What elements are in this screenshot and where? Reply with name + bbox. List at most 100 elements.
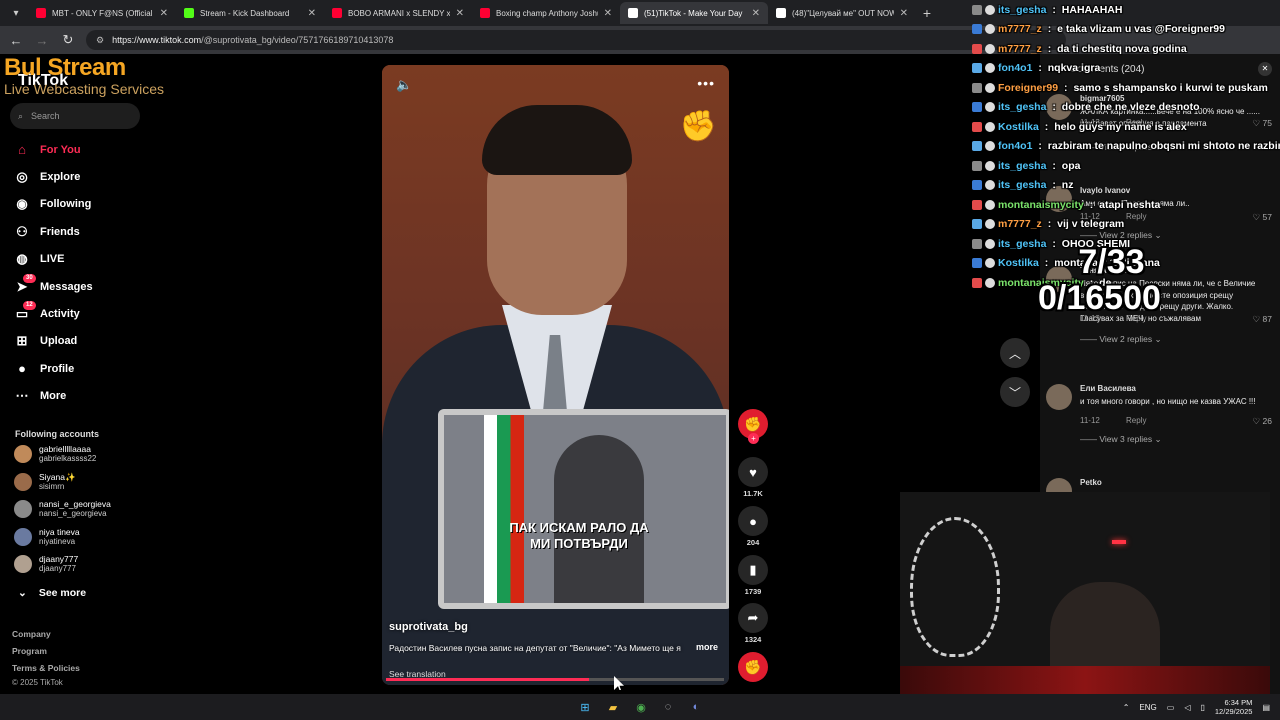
footer-company[interactable]: Company bbox=[12, 629, 51, 639]
footer-program[interactable]: Program bbox=[12, 646, 47, 656]
avatar[interactable] bbox=[1046, 384, 1072, 410]
counter-line-2: 0/16500 bbox=[1038, 279, 1161, 317]
following-account[interactable]: Siyana✨ sisimrn bbox=[14, 472, 154, 492]
back-icon[interactable]: ← bbox=[8, 33, 24, 48]
chat-message: fon4o1 : nqkva igra bbox=[972, 59, 1100, 79]
chat-badge-icon bbox=[972, 160, 982, 171]
see-more-button[interactable]: ⌄ See more bbox=[18, 587, 86, 599]
tab-title: (48)"Целувай ме" OUT NOW # bbox=[792, 8, 894, 18]
search-input[interactable]: ⌕ Search bbox=[10, 103, 140, 129]
browser-tab[interactable]: Boxing champ Anthony Joshua ✕ bbox=[472, 2, 620, 24]
share-count: 1324 bbox=[744, 635, 762, 644]
video-player[interactable]: ПАК ИСКАМ РАЛО ДА МИ ПОТВЪРДИ 🔈 ••• ✊ su… bbox=[382, 65, 729, 685]
chevron-down-icon: ﹀ bbox=[1008, 385, 1021, 400]
browser-tab[interactable]: (51)TikTok - Make Your Day ✕ bbox=[620, 2, 768, 24]
following-account[interactable]: djaany777 djaany777 bbox=[14, 554, 154, 574]
following-account[interactable]: nansi_e_georgieva nansi_e_georgieva bbox=[14, 499, 154, 519]
following-icon: ◉ bbox=[16, 196, 28, 212]
reply-button[interactable]: Reply bbox=[1126, 416, 1146, 425]
reload-icon[interactable]: ↻ bbox=[60, 32, 76, 48]
chat-badge-icon bbox=[985, 238, 995, 249]
share-button[interactable]: ➦ 1324 bbox=[735, 603, 771, 644]
creator-avatar-button[interactable]: ✊ + bbox=[735, 409, 771, 444]
comment-like-button[interactable]: ♡ 26 bbox=[1253, 416, 1272, 427]
bulstream-brand: Bul Stream bbox=[4, 54, 126, 81]
chat-message: montanaismycity : atapi neshta bbox=[972, 195, 1160, 215]
comment-text: и тоя много говори , но нищо не казва УЖ… bbox=[1080, 397, 1256, 406]
close-icon[interactable]: ✕ bbox=[604, 8, 612, 19]
chrome-icon[interactable]: ◉ bbox=[632, 698, 650, 716]
like-button[interactable]: ♥ 11.7K bbox=[735, 457, 771, 498]
volume-tray-icon[interactable]: ◁ bbox=[1184, 703, 1190, 712]
sidebar-item-activity[interactable]: ▭ 12 Activity bbox=[14, 300, 154, 327]
obs-icon[interactable]: ◌ bbox=[659, 698, 677, 716]
sidebar-item-upload[interactable]: ⊞ Upload bbox=[14, 328, 154, 355]
sidebar-item-more[interactable]: ⋯ More bbox=[14, 383, 154, 410]
footer-terms[interactable]: Terms & Policies bbox=[12, 663, 80, 673]
close-icon[interactable]: ✕ bbox=[752, 8, 760, 19]
sidebar-item-live[interactable]: ◍ LIVE bbox=[14, 246, 154, 273]
sound-disc-button[interactable]: ✊ bbox=[735, 652, 771, 682]
tray-chevron-icon[interactable]: ⌃ bbox=[1123, 703, 1130, 712]
url-base: https://www.tiktok.com bbox=[112, 35, 202, 45]
sidebar-item-messages[interactable]: ➤ 30 Messages bbox=[14, 273, 154, 300]
browser-tab[interactable]: BOBO ARMANI x SLENDY x PAI ✕ bbox=[324, 2, 472, 24]
comment-like-button[interactable]: ♡ 87 bbox=[1253, 314, 1272, 325]
comment-like-button[interactable]: ♡ 75 bbox=[1253, 118, 1272, 129]
network-icon[interactable]: ▭ bbox=[1167, 703, 1175, 712]
chat-separator: : bbox=[1061, 81, 1071, 94]
chat-badge-icon bbox=[972, 141, 982, 152]
next-video-button[interactable]: ﹀ bbox=[1000, 377, 1030, 407]
following-account[interactable]: niya tineva niyatineva bbox=[14, 527, 154, 547]
sidebar-item-profile[interactable]: ● Profile bbox=[14, 355, 154, 382]
video-progress-bar[interactable] bbox=[386, 678, 724, 681]
language-indicator[interactable]: ENG bbox=[1139, 703, 1156, 712]
battery-icon[interactable]: ▯ bbox=[1200, 703, 1204, 712]
sidebar-item-explore[interactable]: ◎ Explore bbox=[14, 163, 154, 190]
close-icon[interactable]: ✕ bbox=[160, 8, 168, 19]
sidebar: TikTok Bul Stream Live Webcasting Servic… bbox=[0, 54, 164, 694]
windows-start-icon[interactable]: ⊞ bbox=[576, 698, 594, 716]
file-explorer-icon[interactable]: ▰ bbox=[604, 698, 622, 716]
sidebar-item-following[interactable]: ◉ Following bbox=[14, 191, 154, 218]
counter-line-1: 7/33 bbox=[1078, 243, 1145, 281]
notification-icon[interactable]: ▤ bbox=[1262, 703, 1270, 712]
comment-button[interactable]: ● 204 bbox=[735, 506, 771, 547]
close-icon[interactable]: ✕ bbox=[900, 8, 908, 19]
follow-plus-icon[interactable]: + bbox=[748, 433, 759, 444]
discord-icon[interactable]: ◐ bbox=[687, 698, 705, 716]
account-username: niyatineva bbox=[39, 536, 76, 546]
close-icon[interactable]: ✕ bbox=[456, 8, 464, 19]
view-replies-button[interactable]: —— View 3 replies ⌄ bbox=[1080, 434, 1162, 445]
description-more-button[interactable]: more bbox=[696, 642, 718, 652]
comment-author[interactable]: Ели Василева bbox=[1080, 384, 1136, 393]
clock[interactable]: 6:34 PM 12/29/2025 bbox=[1215, 698, 1253, 716]
comment-author[interactable]: Petko bbox=[1080, 478, 1102, 487]
more-options-icon[interactable]: ••• bbox=[697, 75, 715, 91]
video-author[interactable]: suprotivata_bg bbox=[389, 621, 468, 633]
site-info-icon[interactable]: ⚙ bbox=[96, 35, 104, 46]
browser-tab[interactable]: MBT - ONLY F@NS (Official Au ✕ bbox=[28, 2, 176, 24]
close-icon[interactable]: ✕ bbox=[308, 8, 316, 19]
comment-like-button[interactable]: ♡ 57 bbox=[1253, 212, 1272, 223]
volume-icon[interactable]: 🔈 bbox=[396, 77, 412, 93]
comment-icon: ● bbox=[738, 506, 768, 536]
new-tab-button[interactable]: + bbox=[916, 5, 938, 21]
tab-list-icon[interactable]: ▾ bbox=[4, 2, 28, 24]
webcam-chair bbox=[910, 517, 1000, 657]
view-replies-button[interactable]: —— View 2 replies ⌄ bbox=[1080, 334, 1162, 345]
forward-icon[interactable]: → bbox=[34, 33, 50, 48]
more-icon: ⋯ bbox=[15, 388, 29, 404]
browser-tab[interactable]: Stream - Kick Dashboard ✕ bbox=[176, 2, 324, 24]
save-button[interactable]: ▮ 1739 bbox=[735, 555, 771, 596]
comment-author[interactable]: Ivaylo Ivanov bbox=[1080, 186, 1130, 195]
previous-video-button[interactable]: ︿ bbox=[1000, 338, 1030, 368]
browser-tab[interactable]: (48)"Целувай ме" OUT NOW # ✕ bbox=[768, 2, 916, 24]
url-field[interactable]: ⚙ https://www.tiktok.com/@suprotivata_bg… bbox=[86, 30, 1066, 50]
sidebar-item-friends[interactable]: ⚇ Friends bbox=[14, 218, 154, 245]
following-account[interactable]: gabrielllllaaaa gabrielkassss22 bbox=[14, 444, 154, 464]
close-icon[interactable]: ✕ bbox=[1258, 62, 1272, 76]
account-username: nansi_e_georgieva bbox=[39, 509, 107, 518]
avatar bbox=[14, 445, 32, 463]
sidebar-item-for-you[interactable]: ⌂ For You bbox=[14, 136, 154, 163]
